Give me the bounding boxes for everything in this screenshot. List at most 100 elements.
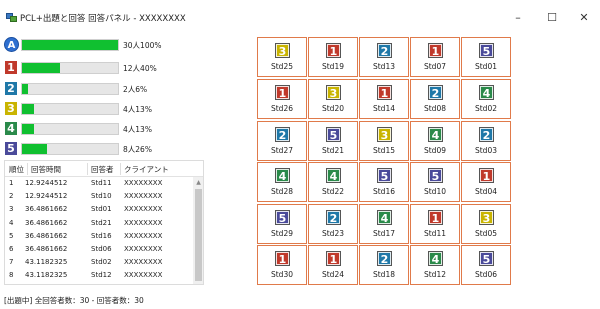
table-row[interactable]: 5 36.4861662 Std16 XXXXXXXX	[5, 231, 193, 243]
time-cell: 36.4861662	[25, 245, 68, 253]
student-card-std27[interactable]: 2 Std27	[257, 121, 307, 161]
student-card-std16[interactable]: 5 Std16	[359, 162, 409, 202]
column-answer-time[interactable]: 回答時間	[31, 164, 61, 175]
student-name: Std16	[372, 187, 395, 196]
student-card-std08[interactable]: 2 Std08	[410, 79, 460, 119]
choice-2-badge: 2	[4, 81, 18, 96]
table-row[interactable]: 1 12.9244512 Std11 XXXXXXXX	[5, 178, 193, 190]
student-name: Std03	[474, 146, 497, 155]
student-card-std23[interactable]: 2 Std23	[308, 204, 358, 244]
rank-cell: 6	[9, 245, 14, 253]
status-bar: [出題中] 全回答者数：30 - 回答者数：30	[4, 296, 144, 305]
student-name: Std14	[372, 104, 395, 113]
student-card-std17[interactable]: 4 Std17	[359, 204, 409, 244]
result-count-label: 12人40%	[123, 64, 157, 73]
student-name: Std08	[423, 104, 446, 113]
answer-badge: 2	[428, 85, 443, 100]
student-card-std05[interactable]: 3 Std05	[461, 204, 511, 244]
answerer-cell: Std12	[91, 271, 112, 280]
answer-badge: 2	[479, 127, 494, 142]
student-card-std25[interactable]: 3 Std25	[257, 37, 307, 77]
progress-track	[21, 62, 119, 74]
student-name: Std25	[270, 62, 293, 71]
student-card-std01[interactable]: 5 Std01	[461, 37, 511, 77]
result-count-label: 4人13%	[123, 105, 152, 114]
student-card-std20[interactable]: 3 Std20	[308, 79, 358, 119]
student-name: Std30	[270, 270, 293, 279]
student-name: Std10	[423, 187, 446, 196]
student-card-std06[interactable]: 5 Std06	[461, 245, 511, 285]
choice-4-badge: 4	[4, 121, 18, 136]
student-card-std29[interactable]: 5 Std29	[257, 204, 307, 244]
student-card-std02[interactable]: 4 Std02	[461, 79, 511, 119]
student-card-std04[interactable]: 1 Std04	[461, 162, 511, 202]
time-cell: 36.4861662	[25, 218, 68, 227]
student-name: Std28	[270, 187, 293, 196]
result-row-2: 2 2人6%	[4, 81, 194, 98]
student-card-std13[interactable]: 2 Std13	[359, 37, 409, 77]
student-name: Std27	[270, 146, 293, 155]
table-row[interactable]: 2 12.9244512 Std10 XXXXXXXX	[5, 191, 193, 203]
answer-badge: 4	[428, 251, 443, 266]
column-answerer[interactable]: 回答者	[91, 164, 114, 175]
client-cell: XXXXXXXX	[124, 245, 163, 253]
answerer-cell: Std02	[91, 258, 112, 267]
student-card-std28[interactable]: 4 Std28	[257, 162, 307, 202]
close-button[interactable]: ✕	[574, 10, 594, 26]
answer-badge: 2	[275, 127, 290, 142]
answer-badge: 1	[326, 43, 341, 58]
progress-fill	[22, 124, 35, 134]
client-cell: XXXXXXXX	[124, 205, 163, 214]
table-row[interactable]: 7 43.1182325 Std02 XXXXXXXX	[5, 257, 193, 269]
student-card-std22[interactable]: 4 Std22	[308, 162, 358, 202]
student-card-std12[interactable]: 4 Std12	[410, 245, 460, 285]
student-card-std03[interactable]: 2 Std03	[461, 121, 511, 161]
scroll-thumb[interactable]	[195, 189, 202, 281]
student-card-std07[interactable]: 1 Std07	[410, 37, 460, 77]
table-scrollbar[interactable]: ▲	[193, 177, 203, 284]
table-row[interactable]: 3 36.4861662 Std01 XXXXXXXX	[5, 204, 193, 216]
app-icon	[6, 13, 17, 22]
client-cell: XXXXXXXX	[124, 271, 163, 280]
rank-cell: 1	[9, 179, 14, 187]
answer-badge: 4	[428, 127, 443, 142]
student-card-std19[interactable]: 1 Std19	[308, 37, 358, 77]
time-cell: 12.9244512	[25, 192, 68, 201]
client-cell: XXXXXXXX	[124, 218, 163, 227]
student-name: Std07	[423, 62, 446, 71]
student-card-std24[interactable]: 1 Std24	[308, 245, 358, 285]
answer-badge: 3	[479, 210, 494, 225]
student-name: Std29	[270, 229, 293, 238]
student-card-std26[interactable]: 1 Std26	[257, 79, 307, 119]
column-rank[interactable]: 順位	[9, 164, 24, 175]
student-name: Std19	[321, 62, 344, 71]
student-card-std10[interactable]: 5 Std10	[410, 162, 460, 202]
scroll-up-icon[interactable]: ▲	[195, 179, 202, 186]
student-card-std15[interactable]: 3 Std15	[359, 121, 409, 161]
answer-badge: 1	[326, 251, 341, 266]
student-card-std09[interactable]: 4 Std09	[410, 121, 460, 161]
minimize-button[interactable]: –	[508, 10, 528, 26]
result-row-4: 4 4人13%	[4, 121, 194, 138]
student-card-std21[interactable]: 5 Std21	[308, 121, 358, 161]
student-card-std18[interactable]: 2 Std18	[359, 245, 409, 285]
table-row[interactable]: 8 43.1182325 Std12 XXXXXXXX	[5, 270, 193, 282]
answer-badge: 1	[377, 85, 392, 100]
student-name: Std05	[474, 229, 497, 238]
student-card-std11[interactable]: 1 Std11	[410, 204, 460, 244]
result-count-label: 2人6%	[123, 85, 148, 94]
student-card-std14[interactable]: 1 Std14	[359, 79, 409, 119]
table-row[interactable]: 4 36.4861662 Std21 XXXXXXXX	[5, 218, 193, 230]
column-client[interactable]: クライアント	[124, 164, 169, 175]
answerer-cell: Std16	[91, 231, 112, 240]
answer-badge: 1	[275, 251, 290, 266]
student-card-std30[interactable]: 1 Std30	[257, 245, 307, 285]
progress-track	[21, 83, 119, 95]
client-cell: XXXXXXXX	[124, 179, 163, 187]
progress-fill	[22, 104, 35, 114]
student-name: Std04	[474, 187, 497, 196]
maximize-button[interactable]: ☐	[542, 10, 562, 26]
answer-badge: 5	[377, 168, 392, 183]
student-name: Std02	[474, 104, 497, 113]
table-row[interactable]: 6 36.4861662 Std06 XXXXXXXX	[5, 244, 193, 256]
